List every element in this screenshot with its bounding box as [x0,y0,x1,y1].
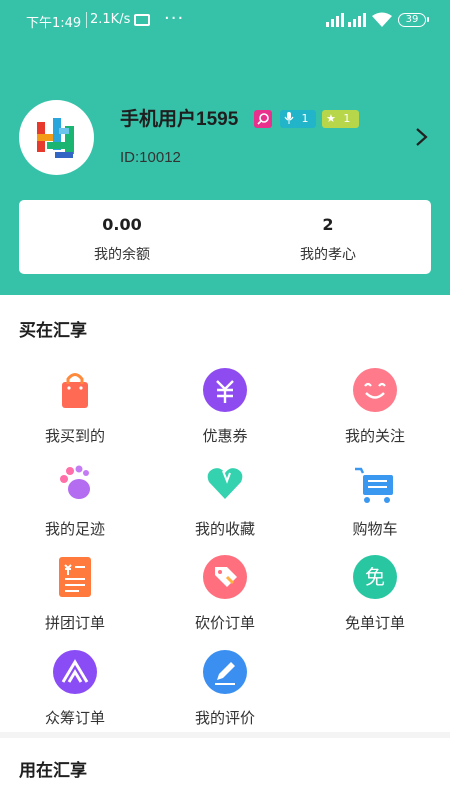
crowdfunding-icon [53,650,97,694]
buy-section-title: 买在汇享 [19,321,87,341]
grid-label: 优惠券 [202,427,248,445]
price-tag-icon [203,555,247,599]
grid-item-crowdfunding-order[interactable]: 众筹订单 [15,650,135,740]
mic-badge: 1 [280,110,316,128]
grid-item-reviews[interactable]: 我的评价 [165,650,285,740]
logo-icon [37,118,74,158]
use-section-title: 用在汇享 [19,761,87,781]
star-badge: ★ 1 [322,110,359,128]
user-id: ID:10012 [120,149,181,166]
grid-item-following[interactable]: 我的关注 [315,368,435,458]
grid-item-free-order[interactable]: 免 免单订单 [315,555,435,645]
grid-label: 免单订单 [344,614,405,632]
chevron-right-icon[interactable] [413,127,431,147]
receipt-icon [53,555,97,599]
wifi-icon [372,12,392,27]
network-speed: 2.1K/s [90,12,131,27]
smile-icon [353,368,397,412]
shopping-bag-icon [53,368,97,412]
grid-label: 拼团订单 [44,614,105,632]
grid-item-cart[interactable]: 购物车 [315,461,435,551]
signal-icon [348,13,366,27]
grid-item-group-order[interactable]: 拼团订单 [15,555,135,645]
status-time: 下午1:49 [26,16,82,31]
grid-item-favorites[interactable]: 我的收藏 [165,461,285,551]
grid-item-footprint[interactable]: 我的足迹 [15,461,135,551]
status-divider [86,12,87,28]
grid-item-bargain-order[interactable]: 砍价订单 [165,555,285,645]
profile-header: 下午1:49 2.1K/s ··· 39 手机用户1595 1 ★ 1 ID:1… [0,0,450,295]
mic-icon [284,112,294,124]
balance-label: 我的余额 [94,247,150,263]
grid-label: 我的评价 [194,709,255,727]
balance-value: 0.00 [102,215,142,234]
grid-label: 我的足迹 [44,520,105,538]
use-section: 用在汇享 [0,738,450,800]
star-badge-count: 1 [343,112,351,125]
buy-section: 买在汇享 我买到的 优惠券 我的关注 我的足迹 我的收藏 购物车 拼团订单 砍价… [0,295,450,732]
grid-label: 砍价订单 [194,614,255,632]
message-icon [134,14,150,26]
coupon-icon [203,368,247,412]
filial-value: 2 [322,215,334,234]
avatar[interactable] [19,100,94,175]
cart-icon [353,461,397,505]
grid-item-coupon[interactable]: 优惠券 [165,368,285,458]
search-badge-icon [254,110,272,128]
signal-icon [326,13,344,27]
more-notifications-icon: ··· [164,8,185,29]
battery-icon: 39 [398,13,429,27]
grid-label: 我买到的 [44,427,105,445]
username: 手机用户1595 [120,109,239,130]
pencil-icon [203,650,247,694]
footprint-icon [53,461,97,505]
grid-item-purchased[interactable]: 我买到的 [15,368,135,458]
grid-label: 我的关注 [344,427,405,445]
balance-stat[interactable]: 0.00 我的余额 [19,200,225,274]
grid-label: 众筹订单 [44,709,105,727]
heart-icon [203,461,247,505]
grid-label: 购物车 [352,520,398,538]
stats-card: 0.00 我的余额 2 我的孝心 [19,200,431,274]
free-order-icon: 免 [353,555,397,599]
star-icon: ★ [326,112,336,125]
status-bar: 下午1:49 2.1K/s ··· 39 [0,0,450,40]
mic-badge-count: 1 [301,112,309,125]
filial-label: 我的孝心 [300,247,356,263]
filial-stat[interactable]: 2 我的孝心 [225,200,431,274]
grid-label: 我的收藏 [194,520,255,538]
